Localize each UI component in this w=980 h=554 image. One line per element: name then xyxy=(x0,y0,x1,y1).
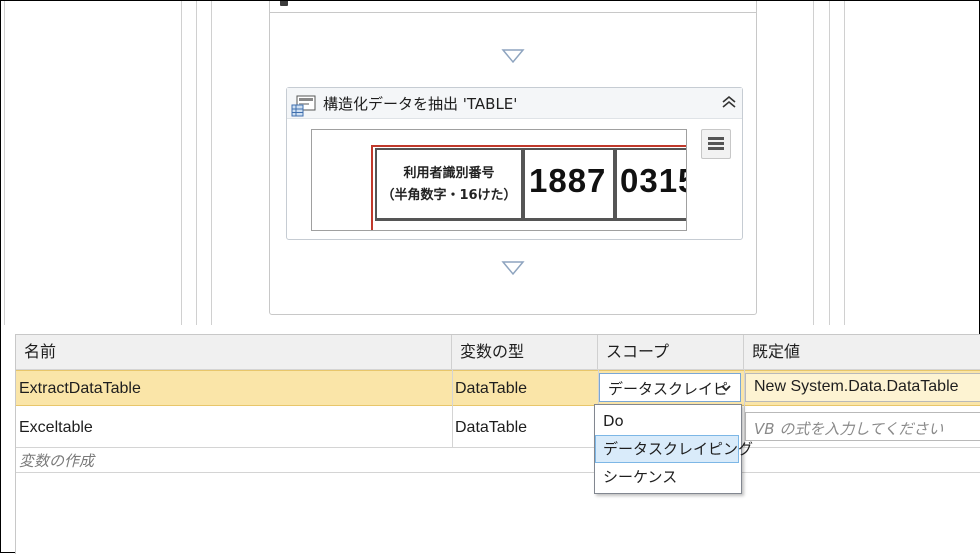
variable-type-cell[interactable]: DataTable xyxy=(452,371,598,407)
default-value-input[interactable]: VB の式を入力してください xyxy=(745,412,980,441)
table-preview-image: 利用者識別番号 （半角数字・16けた） 1887 0315 xyxy=(311,129,687,231)
chevron-down-icon[interactable] xyxy=(720,380,732,398)
variables-panel: 名前 変数の型 スコープ 既定値 ExtractDataTable DataTa… xyxy=(15,334,980,554)
row-divider xyxy=(16,447,980,448)
collapse-icon[interactable] xyxy=(720,94,738,114)
row-divider xyxy=(16,472,980,473)
extract-table-icon xyxy=(291,95,317,121)
scope-select-value: データスクレイピ xyxy=(608,380,729,398)
scope-select[interactable]: データスクレイピ xyxy=(599,373,741,402)
scope-dropdown-list[interactable]: Do データスクレイピング シーケンス xyxy=(594,404,753,494)
activity-icon xyxy=(280,1,288,6)
column-header-type[interactable]: 変数の型 xyxy=(452,335,598,369)
create-variable-link[interactable]: 変数の作成 xyxy=(19,450,94,471)
canvas-guide-line xyxy=(211,1,212,325)
scope-option-sequence[interactable]: シーケンス xyxy=(595,463,739,491)
default-value-text: New System.Data.DataTable xyxy=(754,378,959,395)
column-divider xyxy=(452,369,453,447)
activity-title: 構造化データを抽出 'TABLE' xyxy=(323,95,518,113)
drop-arrow-icon[interactable] xyxy=(501,48,525,68)
preview-label-line1: 利用者識別番号 xyxy=(403,166,495,181)
default-value-input[interactable]: New System.Data.DataTable xyxy=(745,373,980,402)
drop-arrow-icon[interactable] xyxy=(501,260,525,280)
canvas-guide-line xyxy=(844,1,845,325)
workflow-designer: 構造化データを抽出 'TABLE' 利用者識別番号 （半角数字・16けた） 18… xyxy=(1,1,979,325)
preview-number: 0315 xyxy=(620,162,686,199)
column-header-default[interactable]: 既定値 xyxy=(744,335,980,369)
canvas-guide-line xyxy=(4,1,5,325)
variable-type-cell[interactable]: DataTable xyxy=(452,410,598,446)
variable-name-cell[interactable]: Exceltable xyxy=(16,410,452,446)
scope-option-data-scraping[interactable]: データスクレイピング xyxy=(595,435,753,463)
activity-header[interactable]: 構造化データを抽出 'TABLE' xyxy=(287,88,742,119)
column-header-scope[interactable]: スコープ xyxy=(598,335,744,369)
hamburger-menu-icon[interactable] xyxy=(701,129,731,159)
canvas-guide-line xyxy=(813,1,814,325)
preview-row-line xyxy=(375,218,686,221)
default-value-placeholder: VB の式を入力してください xyxy=(754,420,944,438)
sequence-header[interactable] xyxy=(270,1,756,13)
canvas-guide-line xyxy=(196,1,197,325)
variables-header: 名前 変数の型 スコープ 既定値 xyxy=(16,335,980,370)
scope-option-do[interactable]: Do xyxy=(595,407,739,435)
extract-structured-data-activity[interactable]: 構造化データを抽出 'TABLE' 利用者識別番号 （半角数字・16けた） 18… xyxy=(286,87,743,240)
preview-label-line2: （半角数字・16けた） xyxy=(381,188,517,203)
canvas-guide-line xyxy=(829,1,830,325)
variable-name-cell[interactable]: ExtractDataTable xyxy=(16,371,452,407)
preview-number-cell: 1887 xyxy=(523,148,615,220)
preview-label-cell: 利用者識別番号 （半角数字・16けた） xyxy=(375,148,523,220)
preview-number-cell: 0315 xyxy=(615,148,686,220)
canvas-guide-line xyxy=(181,1,182,325)
preview-number: 1887 xyxy=(529,162,607,199)
column-header-name[interactable]: 名前 xyxy=(16,335,452,369)
